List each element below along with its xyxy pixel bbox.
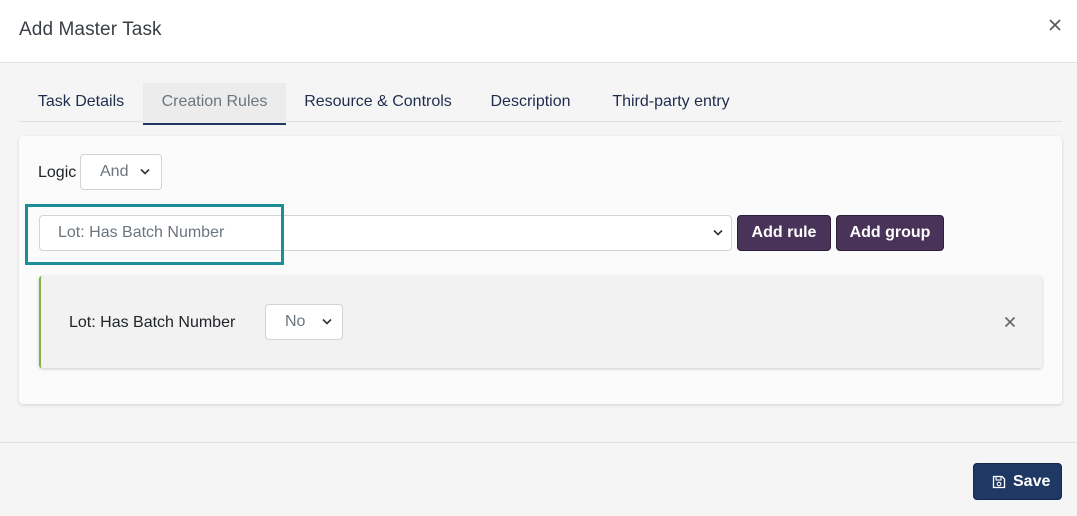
add-rule-button[interactable]: Add rule [737, 215, 831, 251]
close-icon[interactable] [1047, 17, 1063, 33]
tab-bar: Task Details Creation Rules Resource & C… [19, 83, 1062, 125]
rule-field-select[interactable]: Lot: Has Batch Number [39, 215, 732, 251]
add-group-button[interactable]: Add group [836, 215, 944, 251]
chevron-down-icon [322, 318, 332, 325]
logic-select-value: And [100, 163, 129, 180]
tab-creation-rules[interactable]: Creation Rules [143, 83, 286, 125]
rule-row: Lot: Has Batch Number No [39, 276, 1042, 368]
modal-footer: Save [0, 442, 1077, 516]
tab-task-details[interactable]: Task Details [19, 83, 143, 125]
logic-label: Logic [38, 164, 77, 181]
modal-header: Add Master Task [0, 0, 1077, 63]
chevron-down-icon [140, 168, 150, 175]
logic-select[interactable]: And [80, 154, 162, 190]
rule-value-select-value: No [285, 313, 306, 330]
save-button-label: Save [1013, 473, 1051, 490]
modal-title: Add Master Task [19, 19, 162, 40]
tab-description[interactable]: Description [470, 83, 591, 125]
tab-third-party-entry[interactable]: Third-party entry [591, 83, 751, 125]
rule-row-label: Lot: Has Batch Number [69, 314, 236, 331]
save-icon [992, 475, 1006, 489]
rule-field-select-value: Lot: Has Batch Number [58, 224, 225, 241]
rule-value-select[interactable]: No [265, 304, 343, 340]
tab-resource-controls[interactable]: Resource & Controls [286, 83, 470, 125]
save-button[interactable]: Save [973, 463, 1062, 500]
chevron-down-icon [713, 229, 723, 236]
modal-body: Task Details Creation Rules Resource & C… [0, 63, 1077, 442]
rules-builder-card: Logic And Lot: Has Batch Number Add rule… [19, 136, 1062, 404]
remove-rule-icon[interactable] [1004, 316, 1016, 328]
add-master-task-modal: Add Master Task Task Details Creation Ru… [0, 0, 1077, 516]
